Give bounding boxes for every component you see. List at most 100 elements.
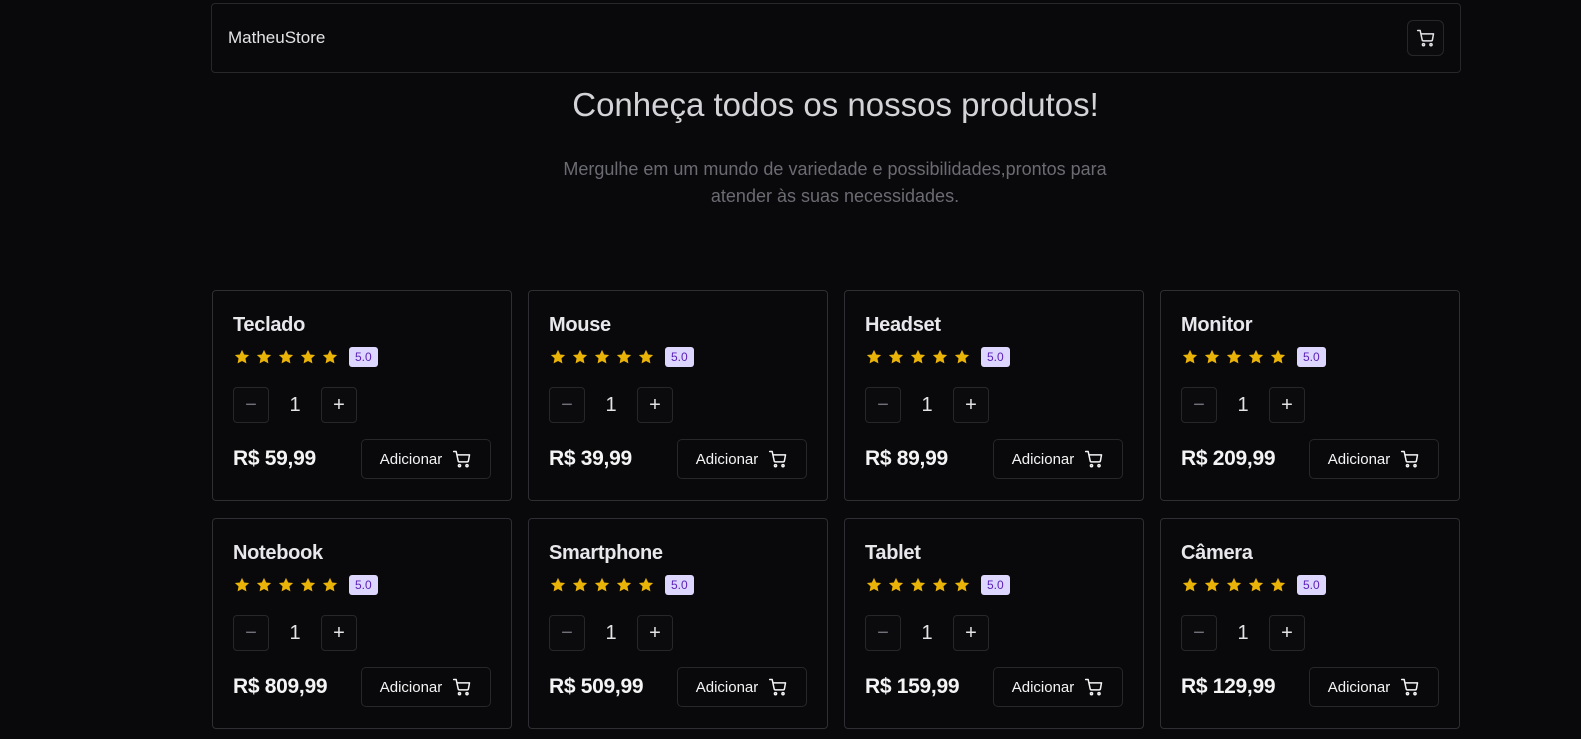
header-cart-button[interactable] xyxy=(1407,20,1444,56)
star-icon xyxy=(300,577,316,592)
add-to-cart-button[interactable]: Adicionar xyxy=(361,439,491,479)
card-footer: R$ 129,99 Adicionar xyxy=(1181,667,1439,707)
product-card: Headset 5.0 − 1 + R$ 89,99 Adicionar xyxy=(844,290,1144,501)
card-footer: R$ 809,99 Adicionar xyxy=(233,667,491,707)
product-price: R$ 59,99 xyxy=(233,447,316,470)
product-card: Smartphone 5.0 − 1 + R$ 509,99 Adicionar xyxy=(528,518,828,729)
decrease-quantity-button[interactable]: − xyxy=(549,615,585,651)
decrease-quantity-button[interactable]: − xyxy=(1181,615,1217,651)
product-card: Notebook 5.0 − 1 + R$ 809,99 Adicionar xyxy=(212,518,512,729)
star-rating xyxy=(1181,576,1291,594)
card-footer: R$ 39,99 Adicionar xyxy=(549,439,807,479)
add-to-cart-label: Adicionar xyxy=(1011,450,1075,468)
product-grid: Teclado 5.0 − 1 + R$ 59,99 Adicionar Mou… xyxy=(212,290,1460,729)
add-to-cart-button[interactable]: Adicionar xyxy=(1309,667,1439,707)
star-icon xyxy=(300,349,316,364)
star-icon xyxy=(1270,577,1286,592)
rating-badge: 5.0 xyxy=(981,347,1010,367)
increase-quantity-button[interactable]: + xyxy=(321,387,357,423)
decrease-quantity-button[interactable]: − xyxy=(865,387,901,423)
increase-quantity-button[interactable]: + xyxy=(953,615,989,651)
star-icon xyxy=(234,577,250,592)
add-to-cart-button[interactable]: Adicionar xyxy=(1309,439,1439,479)
product-name: Monitor xyxy=(1181,314,1253,336)
product-rating: 5.0 xyxy=(549,573,807,597)
site-header: MatheuStore xyxy=(211,3,1461,73)
star-icon xyxy=(910,349,926,364)
card-footer: R$ 209,99 Adicionar xyxy=(1181,439,1439,479)
quantity-stepper: − 1 + xyxy=(1181,615,1439,651)
increase-quantity-button[interactable]: + xyxy=(1269,615,1305,651)
star-icon xyxy=(256,577,272,592)
product-name: Notebook xyxy=(233,542,323,564)
shopping-cart-icon xyxy=(453,450,471,468)
quantity-value: 1 xyxy=(289,621,301,644)
star-icon xyxy=(888,349,904,364)
star-icon xyxy=(572,349,588,364)
card-footer: R$ 159,99 Adicionar xyxy=(865,667,1123,707)
product-price: R$ 809,99 xyxy=(233,675,328,698)
brand-logo[interactable]: MatheuStore xyxy=(228,28,325,48)
increase-quantity-button[interactable]: + xyxy=(637,387,673,423)
star-icon xyxy=(638,577,654,592)
decrease-quantity-button[interactable]: − xyxy=(233,615,269,651)
quantity-value: 1 xyxy=(1237,621,1249,644)
star-icon xyxy=(638,349,654,364)
quantity-value: 1 xyxy=(605,621,617,644)
star-rating xyxy=(549,348,659,366)
star-icon xyxy=(322,349,338,364)
increase-quantity-button[interactable]: + xyxy=(1269,387,1305,423)
star-icon xyxy=(1182,577,1198,592)
quantity-stepper: − 1 + xyxy=(549,615,807,651)
star-icon xyxy=(1204,577,1220,592)
shopping-cart-icon xyxy=(769,450,787,468)
product-card: Mouse 5.0 − 1 + R$ 39,99 Adicionar xyxy=(528,290,828,501)
product-price: R$ 509,99 xyxy=(549,675,644,698)
decrease-quantity-button[interactable]: − xyxy=(1181,387,1217,423)
decrease-quantity-button[interactable]: − xyxy=(549,387,585,423)
star-icon xyxy=(616,349,632,364)
star-icon xyxy=(1182,349,1198,364)
star-icon xyxy=(932,349,948,364)
product-name: Smartphone xyxy=(549,542,663,564)
star-icon xyxy=(550,349,566,364)
product-card: Teclado 5.0 − 1 + R$ 59,99 Adicionar xyxy=(212,290,512,501)
add-to-cart-label: Adicionar xyxy=(695,450,759,468)
add-to-cart-button[interactable]: Adicionar xyxy=(993,667,1123,707)
star-icon xyxy=(594,349,610,364)
shopping-cart-icon xyxy=(453,678,471,696)
star-icon xyxy=(550,577,566,592)
increase-quantity-button[interactable]: + xyxy=(321,615,357,651)
card-footer: R$ 59,99 Adicionar xyxy=(233,439,491,479)
product-rating: 5.0 xyxy=(1181,573,1439,597)
star-icon xyxy=(1226,349,1242,364)
add-to-cart-button[interactable]: Adicionar xyxy=(993,439,1123,479)
add-to-cart-button[interactable]: Adicionar xyxy=(361,667,491,707)
increase-quantity-button[interactable]: + xyxy=(637,615,673,651)
star-icon xyxy=(322,577,338,592)
rating-badge: 5.0 xyxy=(349,575,378,595)
increase-quantity-button[interactable]: + xyxy=(953,387,989,423)
rating-badge: 5.0 xyxy=(665,347,694,367)
star-icon xyxy=(910,577,926,592)
star-rating xyxy=(865,576,975,594)
decrease-quantity-button[interactable]: − xyxy=(233,387,269,423)
card-footer: R$ 509,99 Adicionar xyxy=(549,667,807,707)
rating-badge: 5.0 xyxy=(981,575,1010,595)
add-to-cart-label: Adicionar xyxy=(695,678,759,696)
shopping-cart-icon xyxy=(1085,450,1103,468)
add-to-cart-label: Adicionar xyxy=(379,450,443,468)
shopping-cart-icon xyxy=(769,678,787,696)
star-icon xyxy=(256,349,272,364)
product-name: Teclado xyxy=(233,314,305,336)
add-to-cart-button[interactable]: Adicionar xyxy=(677,667,807,707)
product-price: R$ 129,99 xyxy=(1181,675,1276,698)
quantity-value: 1 xyxy=(1237,393,1249,416)
product-rating: 5.0 xyxy=(865,573,1123,597)
decrease-quantity-button[interactable]: − xyxy=(865,615,901,651)
quantity-stepper: − 1 + xyxy=(233,387,491,423)
add-to-cart-button[interactable]: Adicionar xyxy=(677,439,807,479)
product-rating: 5.0 xyxy=(233,573,491,597)
product-name: Headset xyxy=(865,314,941,336)
product-rating: 5.0 xyxy=(549,345,807,369)
